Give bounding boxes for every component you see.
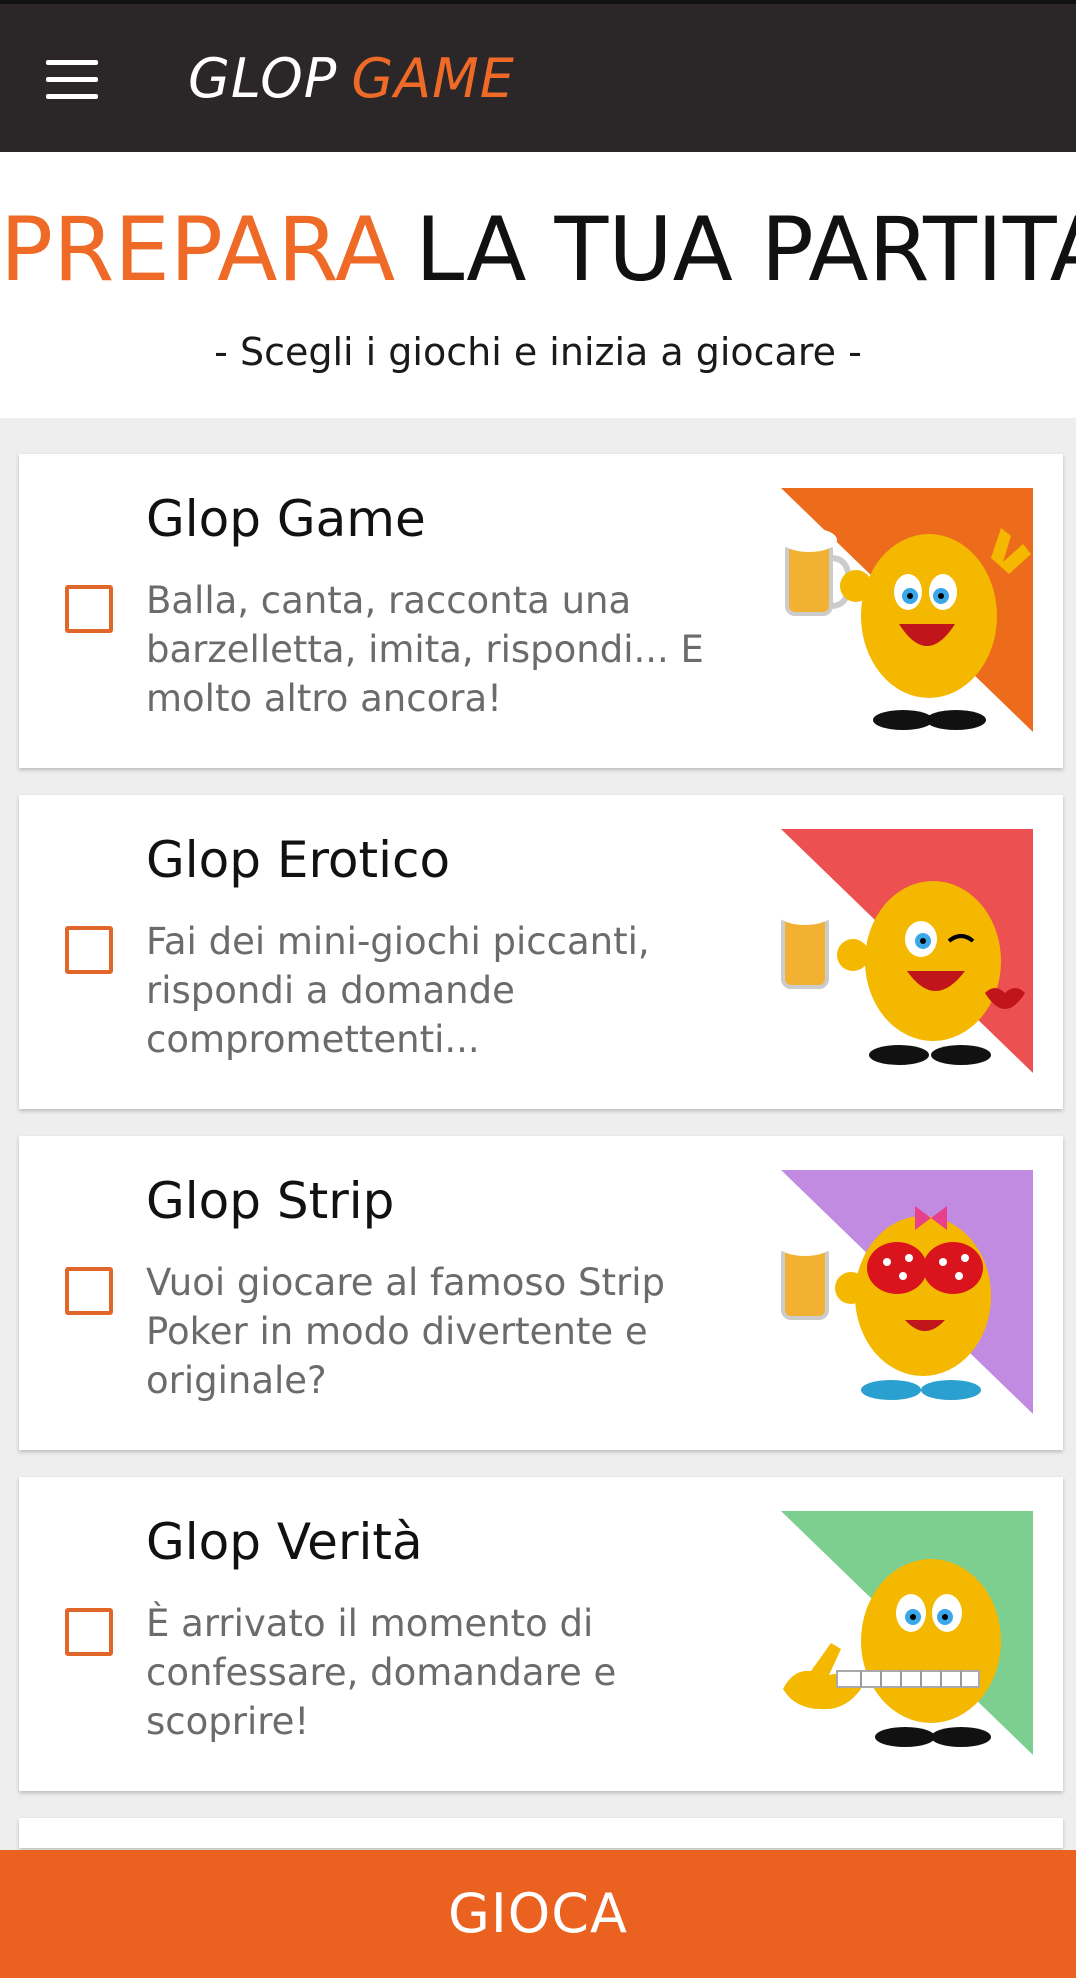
mascot-bikini-icon (781, 1170, 1033, 1414)
game-card-glop-game[interactable]: Glop Game Balla, canta, racconta una bar… (19, 454, 1063, 768)
game-checkbox[interactable] (65, 1267, 113, 1315)
game-description: Vuoi giocare al famoso Strip Poker in mo… (146, 1261, 666, 1402)
game-title: Glop Strip (146, 1172, 395, 1230)
game-description: Fai dei mini-giochi piccanti, rispondi a… (146, 920, 650, 1061)
page-header: PREPARA LA TUA PARTITA - Scegli i giochi … (0, 152, 1076, 418)
logo-text-glop: GLOP (188, 47, 338, 110)
game-checkbox[interactable] (65, 585, 113, 633)
page-title: PREPARA LA TUA PARTITA (0, 206, 1076, 294)
hamburger-menu-icon[interactable] (46, 60, 98, 102)
game-checkbox[interactable] (65, 926, 113, 974)
game-card-partial (19, 1818, 1063, 1848)
mascot-wink-kiss-icon (781, 829, 1033, 1073)
game-card-glop-erotico[interactable]: Glop Erotico Fai dei mini-giochi piccant… (19, 795, 1063, 1109)
page-title-rest: LA TUA PARTITA (415, 198, 1076, 301)
app-bar: GLOP GAME (0, 4, 1076, 152)
game-checkbox[interactable] (65, 1608, 113, 1656)
game-card-glop-strip[interactable]: Glop Strip Vuoi giocare al famoso Strip … (19, 1136, 1063, 1450)
game-card-glop-verita[interactable]: Glop Verità È arrivato il momento di con… (19, 1477, 1063, 1791)
game-description: È arrivato il momento di confessare, dom… (146, 1602, 617, 1743)
logo-text-game: GAME (351, 47, 515, 110)
mascot-zipped-mouth-icon (781, 1511, 1033, 1755)
mascot-beer-peace-icon (781, 488, 1033, 732)
page-title-accent: PREPARA (0, 198, 396, 301)
game-title: Glop Erotico (146, 831, 451, 889)
page-subtitle: - Scegli i giochi e inizia a giocare - (214, 330, 862, 374)
game-description: Balla, canta, racconta una barzelletta, … (146, 579, 704, 720)
game-title: Glop Verità (146, 1513, 423, 1571)
game-title: Glop Game (146, 490, 426, 548)
app-logo: GLOP GAME (188, 52, 515, 106)
play-button[interactable]: GIOCA (0, 1850, 1076, 1978)
